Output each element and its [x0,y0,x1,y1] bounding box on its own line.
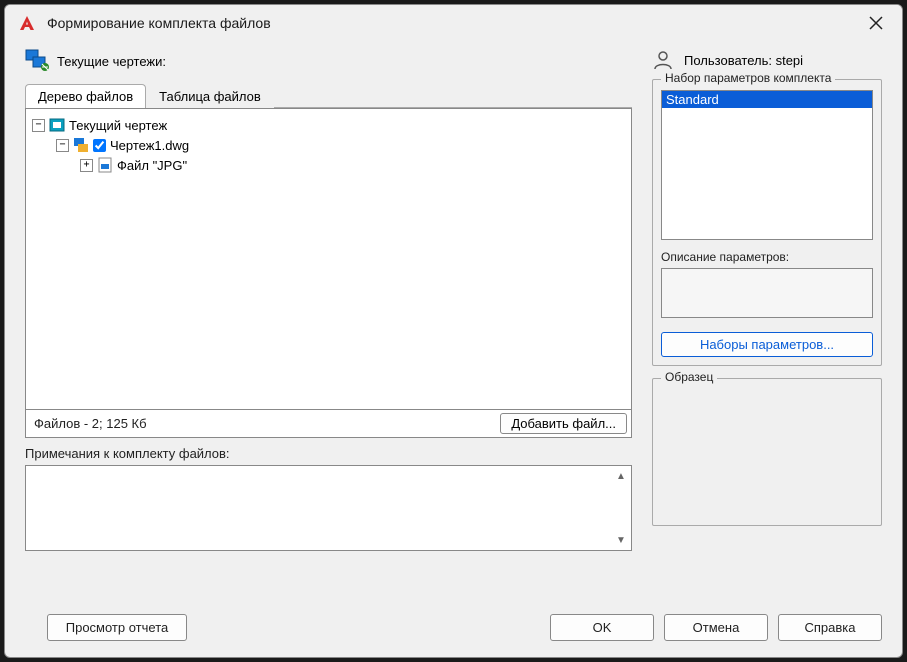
scroll-up-icon[interactable]: ▲ [613,468,629,484]
cancel-button[interactable]: Отмена [664,614,768,641]
notes-textarea[interactable]: ▲ ▼ [25,465,632,551]
drawings-icon [25,49,49,73]
tree-node-label: Текущий чертеж [69,118,167,133]
tab-file-table[interactable]: Таблица файлов [146,84,274,108]
current-drawings-label: Текущие чертежи: [57,54,166,69]
expander-icon[interactable]: − [56,139,69,152]
add-file-button[interactable]: Добавить файл... [500,413,627,434]
scroll-down-icon[interactable]: ▼ [613,532,629,548]
tabs: Дерево файлов Таблица файлов [25,83,632,108]
notes-label: Примечания к комплекту файлов: [25,446,632,461]
ok-button[interactable]: OK [550,614,654,641]
preview-report-button[interactable]: Просмотр отчета [47,614,187,641]
expander-icon[interactable]: − [32,119,45,132]
dialog-window: Формирование комплекта файлов Текущие [4,4,903,658]
tree-drawing[interactable]: − Чертеж1.dwg [32,135,625,155]
paramset-item[interactable]: Standard [662,91,872,108]
paramset-group-title: Набор параметров комплекта [661,71,835,85]
window-title: Формирование комплекта файлов [47,15,862,31]
param-desc-box [661,268,873,318]
status-bar: Файлов - 2; 125 Кб Добавить файл... [25,410,632,438]
file-count-status: Файлов - 2; 125 Кб [30,416,500,431]
tree-child-file[interactable]: + Файл "JPG" [32,155,625,175]
drawing-root-icon [49,117,65,133]
tab-file-tree[interactable]: Дерево файлов [25,84,146,108]
paramset-listbox[interactable]: Standard [661,90,873,240]
file-tree[interactable]: − Текущий чертеж − Чертеж1.dwg [25,108,632,410]
app-icon [17,13,37,33]
tree-node-label: Чертеж1.dwg [110,138,189,153]
jpg-file-icon [97,157,113,173]
tree-root[interactable]: − Текущий чертеж [32,115,625,135]
titlebar: Формирование комплекта файлов [5,5,902,41]
help-button[interactable]: Справка [778,614,882,641]
paramsets-button[interactable]: Наборы параметров... [661,332,873,357]
node-checkbox[interactable] [93,139,106,152]
user-icon [652,49,674,71]
sample-group-title: Образец [661,370,717,384]
tree-node-label: Файл "JPG" [117,158,187,173]
dialog-content: Текущие чертежи: Дерево файлов Таблица ф… [5,41,902,614]
expander-icon[interactable]: + [80,159,93,172]
dwg-file-icon [73,137,89,153]
param-desc-label: Описание параметров: [661,250,873,264]
dialog-buttons: Просмотр отчета OK Отмена Справка [5,614,902,657]
sample-group: Образец [652,378,882,526]
paramset-group: Набор параметров комплекта Standard Опис… [652,79,882,366]
close-icon[interactable] [862,9,890,37]
user-label: Пользователь: stepi [684,53,803,68]
